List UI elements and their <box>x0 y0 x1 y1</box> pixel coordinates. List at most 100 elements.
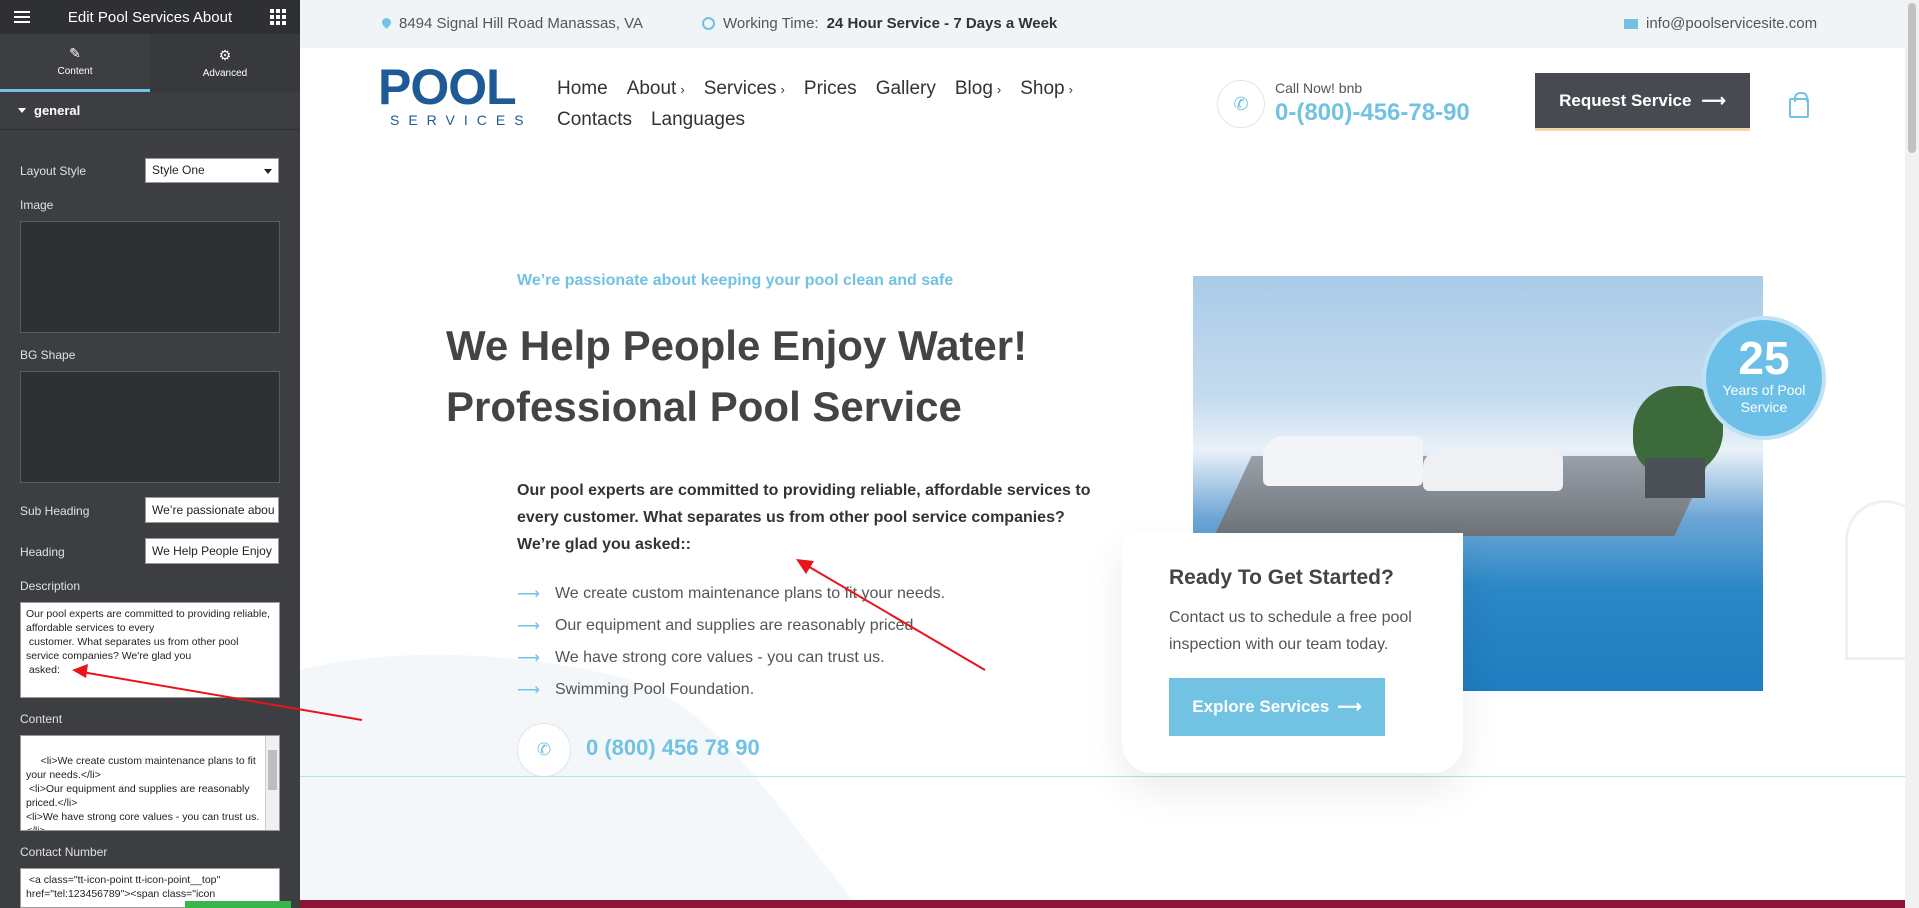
features-list: ⟶ We create custom maintenance plans to f… <box>517 578 945 706</box>
gear-icon: ⚙ <box>218 46 232 63</box>
nav-item[interactable]: Prices <box>804 74 857 105</box>
header-phone-number[interactable]: 0-(800)-456-78-90 <box>1275 99 1470 127</box>
content-textarea[interactable]: <li>We create custom maintenance plans t… <box>20 735 280 831</box>
hamburger-menu-icon[interactable] <box>14 11 30 23</box>
mail-icon <box>1624 18 1638 29</box>
description-textarea[interactable]: Our pool experts are committed to provid… <box>20 602 280 698</box>
cta-title: Ready To Get Started? <box>1169 566 1394 589</box>
clock-icon <box>702 17 715 30</box>
list-item-text: We have strong core values - you can tru… <box>554 649 885 666</box>
nav-row-1: Home About › Services › Prices Gallery Blog › Sho… <box>557 74 1073 105</box>
nav-item-label: Home <box>557 78 608 99</box>
content-scrollbar[interactable] <box>265 736 279 830</box>
layout-style-value: Style One <box>152 163 205 177</box>
cta-text: Contact us to schedule a free pool inspe… <box>1169 609 1412 653</box>
panel-title: Edit Pool Services About <box>67 8 233 26</box>
nav-item[interactable]: About › <box>627 74 685 105</box>
contact-number-label: Contact Number <box>20 845 108 859</box>
working-label: Working Time: <box>723 15 819 32</box>
email-item[interactable]: info@poolservicesite.com <box>1624 15 1817 32</box>
layout-style-select[interactable]: Style One <box>145 158 279 183</box>
divider <box>300 776 1905 777</box>
image-picker[interactable] <box>20 221 280 333</box>
nav-item-label: Gallery <box>875 78 936 99</box>
arrow-right-icon: ⟶ <box>517 586 540 603</box>
nav-item-label: Shop <box>1020 78 1065 99</box>
editor-panel: Edit Pool Services About ✎ Content ⚙ Adv… <box>0 0 300 908</box>
nav-item[interactable]: Shop › <box>1020 74 1073 105</box>
arrow-right-icon: ⟶ <box>1701 90 1726 110</box>
panel-tabs: ✎ Content ⚙ Advanced <box>0 34 300 92</box>
layout-style-label: Layout Style <box>20 164 87 178</box>
footer-bar <box>300 900 1905 908</box>
list-item-text: Our equipment and supplies are reasonabl… <box>554 617 918 634</box>
page-scrollbar[interactable] <box>1905 0 1919 908</box>
explore-services-button[interactable]: Explore Services ⟶ <box>1169 678 1385 736</box>
chevron-right-icon: › <box>780 82 785 97</box>
dropdown-arrow-icon <box>264 169 272 174</box>
list-item-text: Swimming Pool Foundation. <box>554 681 755 698</box>
nav-item[interactable]: Blog › <box>955 74 1001 105</box>
panel-header: Edit Pool Services About <box>0 0 300 34</box>
section-title: general <box>34 103 81 118</box>
nav-row-2: Contacts Languages <box>557 105 847 135</box>
request-service-button[interactable]: Request Service ⟶ <box>1535 73 1750 131</box>
years-number: 25 <box>1738 332 1790 384</box>
address-item: 8494 Signal Hill Road Manassas, VA <box>382 15 643 32</box>
site-logo[interactable]: POOL SERVICES <box>378 62 538 137</box>
hero-subheading: We’re passionate about keeping your pool… <box>517 272 954 289</box>
heading-label: Heading <box>20 545 65 559</box>
pencil-icon: ✎ <box>69 45 81 61</box>
request-service-label: Request Service <box>1559 90 1692 110</box>
tab-content-label: Content <box>57 66 93 77</box>
years-badge: 25 Years of Pool Service <box>1702 316 1826 440</box>
list-item-text: We create custom maintenance plans to fi… <box>554 585 946 602</box>
tab-advanced[interactable]: ⚙ Advanced <box>150 34 300 92</box>
nav-item[interactable]: Home <box>557 74 608 105</box>
tab-content[interactable]: ✎ Content <box>0 34 150 92</box>
nav-item-label: Blog <box>954 78 993 99</box>
section-general-toggle[interactable]: general <box>0 92 300 130</box>
site-preview: 8494 Signal Hill Road Manassas, VA Worki… <box>300 0 1919 908</box>
nav-item[interactable]: Services › <box>704 74 785 105</box>
chevron-right-icon: › <box>1068 82 1073 97</box>
update-button[interactable] <box>185 901 291 908</box>
cta-card: Ready To Get Started? Contact us to sche… <box>1122 533 1463 773</box>
list-item: ⟶ We have strong core values - you can tr… <box>517 642 945 674</box>
content-text: <li>We create custom maintenance plans t… <box>26 755 260 831</box>
arrow-right-icon: ⟶ <box>517 650 540 667</box>
widgets-grid-icon[interactable] <box>269 9 286 25</box>
hero-heading: We Help People Enjoy Water! Professional… <box>446 315 1086 437</box>
phone-icon: ✆ <box>517 723 571 777</box>
main-nav: Home About › Services › Prices Gallery Blog › Sho… <box>557 74 1073 135</box>
bg-shape-picker[interactable] <box>20 371 280 483</box>
email-text[interactable]: info@poolservicesite.com <box>1646 15 1817 32</box>
years-label: Years of Pool Service <box>1722 382 1806 415</box>
arrow-right-icon: ⟶ <box>1337 697 1362 716</box>
content-label: Content <box>20 712 63 726</box>
heading-input[interactable]: We Help People Enjoy <box>145 538 279 564</box>
address-text: 8494 Signal Hill Road Manassas, VA <box>399 15 644 32</box>
sub-heading-label: Sub Heading <box>20 504 90 518</box>
list-item: ⟶ We create custom maintenance plans to f… <box>517 578 945 610</box>
list-item: ⟶ Our equipment and supplies are reasonab… <box>517 610 945 642</box>
chevron-right-icon: › <box>680 82 685 97</box>
phone-icon: ✆ <box>1217 80 1265 128</box>
call-now-label: Call Now! bnb <box>1275 80 1363 96</box>
arrow-right-icon: ⟶ <box>517 682 540 699</box>
explore-services-label: Explore Services <box>1192 697 1330 716</box>
nav-item-label: Prices <box>803 78 857 99</box>
nav-item[interactable]: Contacts <box>557 105 632 135</box>
nav-item-label: About <box>626 78 677 99</box>
nav-item-label: Services <box>703 78 777 99</box>
sub-heading-input[interactable]: We’re passionate abou <box>145 497 279 523</box>
list-item: ⟶ Swimming Pool Foundation. <box>517 674 945 706</box>
nav-item[interactable]: Languages <box>651 105 745 135</box>
tab-advanced-label: Advanced <box>202 67 248 79</box>
map-pin-icon <box>382 18 391 30</box>
shopping-bag-icon[interactable] <box>1789 92 1809 118</box>
hero-phone-number[interactable]: 0 (800) 456 78 90 <box>586 735 760 761</box>
working-time-item: Working Time: 24 Hour Service - 7 Days a… <box>702 15 1057 32</box>
nav-item[interactable]: Gallery <box>876 74 936 105</box>
caret-down-icon <box>18 108 26 113</box>
